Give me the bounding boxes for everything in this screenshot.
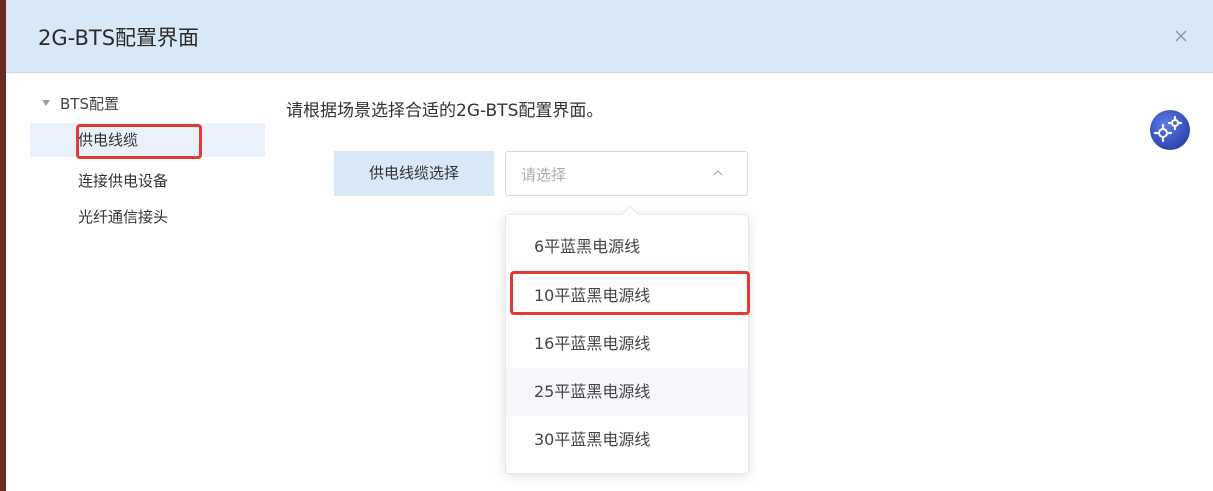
chevron-up-icon[interactable] <box>713 168 723 178</box>
tree-item-label: 供电线缆 <box>78 131 139 149</box>
option-label: 10平蓝黑电源线 <box>534 286 651 305</box>
option-16-cable[interactable]: 16平蓝黑电源线 <box>506 320 748 368</box>
tree-item-label: 连接供电设备 <box>78 172 169 190</box>
option-label: 25平蓝黑电源线 <box>534 382 651 401</box>
tree-item-fiber-connector[interactable]: 光纤通信接头 <box>30 200 265 234</box>
tree-item-connect-power-device[interactable]: 连接供电设备 <box>30 164 265 198</box>
dialog-header: 2G-BTS配置界面 <box>6 0 1213 73</box>
select-placeholder: 请选择 <box>521 166 567 184</box>
instruction-text: 请根据场景选择合适的2G-BTS配置界面。 <box>286 101 604 121</box>
option-6-cable[interactable]: 6平蓝黑电源线 <box>506 223 748 271</box>
tree-item-power-cable[interactable]: 供电线缆 <box>30 123 265 157</box>
dialog-title: 2G-BTS配置界面 <box>38 26 200 50</box>
close-icon[interactable] <box>1171 26 1191 46</box>
dropdown-arrow <box>621 205 639 223</box>
option-10-cable[interactable]: 10平蓝黑电源线 <box>506 272 748 320</box>
gear-icon[interactable] <box>1148 108 1192 152</box>
cable-dropdown: 6平蓝黑电源线 10平蓝黑电源线 16平蓝黑电源线 25平蓝黑电源线 30平蓝黑… <box>505 205 749 474</box>
cable-select[interactable]: 请选择 <box>505 151 748 196</box>
option-25-cable[interactable]: 25平蓝黑电源线 <box>506 368 748 416</box>
option-label: 30平蓝黑电源线 <box>534 430 651 449</box>
field-label: 供电线缆选择 <box>334 151 494 196</box>
option-30-cable[interactable]: 30平蓝黑电源线 <box>506 416 748 464</box>
option-label: 16平蓝黑电源线 <box>534 334 651 353</box>
option-label: 6平蓝黑电源线 <box>534 237 641 256</box>
caret-down-icon[interactable] <box>42 99 50 106</box>
tree-root-label: BTS配置 <box>60 95 119 113</box>
window-left-edge <box>0 0 6 491</box>
tree-item-label: 光纤通信接头 <box>78 208 169 226</box>
tree-root[interactable]: BTS配置 <box>42 93 119 114</box>
